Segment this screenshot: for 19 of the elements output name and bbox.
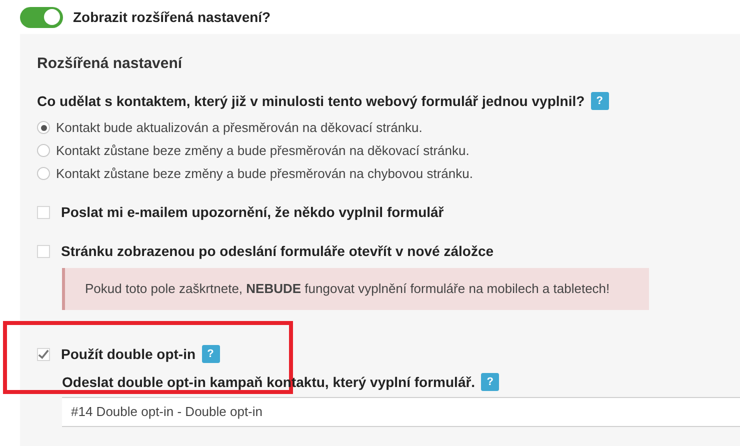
checkbox-label: Stránku zobrazenou po odeslání formuláře otevřít v nové záložce [61, 242, 494, 261]
warning-message: Pokud toto pole zaškrtnete, NEBUDE fungovat vyplnění formuláře na mobilech a tabletech! [85, 280, 610, 298]
question-label: Co udělat s kontaktem, který již v minulosti tento webový formulář jednou vyplnil? [37, 92, 585, 111]
checkbox-label: Poslat mi e-mailem upozornění, že někdo vyplnil formulář [61, 202, 444, 222]
campaign-select[interactable]: #14 Double opt-in - Double opt-in [62, 397, 740, 427]
checkbox-label: Použít double opt-in [61, 344, 196, 364]
toggle-label: Zobrazit rozšířená nastavení? [73, 8, 271, 26]
radio-label: Kontakt zůstane beze změny a bude přesměrován na chybovou stránku. [56, 164, 473, 183]
help-button[interactable]: ? [590, 92, 609, 110]
radio-label: Kontakt bude aktualizován a přesměrován na děkovací stránku. [56, 118, 422, 137]
toggle-switch[interactable] [20, 6, 63, 28]
section-title: Rozšířená nastavení [37, 54, 184, 74]
radio-button[interactable] [37, 144, 50, 157]
radio-button[interactable] [37, 167, 50, 180]
radio-button[interactable] [37, 121, 50, 134]
checkbox[interactable] [37, 348, 50, 360]
help-button[interactable]: ? [202, 345, 220, 363]
radio-label: Kontakt zůstane beze změny a bude přesměrován na děkovací stránku. [56, 142, 470, 160]
help-button[interactable]: ? [481, 373, 500, 391]
